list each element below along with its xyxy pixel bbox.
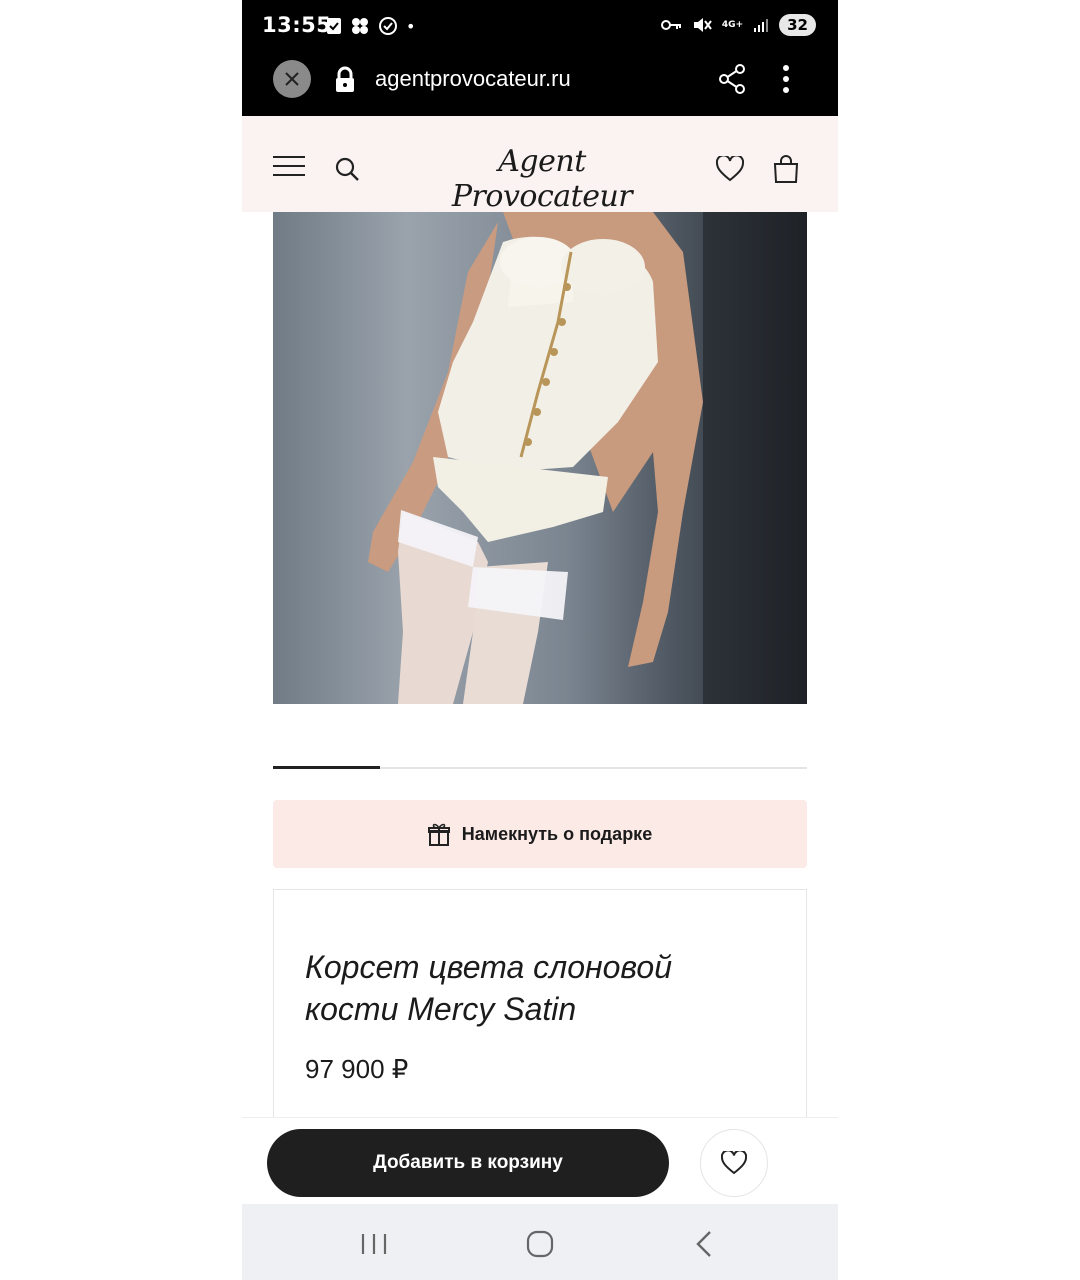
network-label: 4G+	[721, 20, 744, 30]
gift-hint-label: Намекнуть о подарке	[461, 823, 653, 844]
sync-check-icon	[379, 17, 397, 35]
apps-icon	[352, 18, 368, 34]
signal-icon	[754, 19, 769, 32]
home-icon[interactable]	[526, 1230, 554, 1258]
battery-badge: 32	[779, 14, 816, 36]
url-text[interactable]: agentprovocateur.ru	[375, 66, 571, 92]
phone-screen: 13:55 • 4G+ 32 agentprovocateur.ru Agent…	[242, 0, 838, 1280]
heart-icon[interactable]	[716, 156, 744, 182]
status-time: 13:55	[262, 13, 332, 37]
recents-icon[interactable]	[360, 1232, 388, 1256]
menu-icon[interactable]	[273, 156, 305, 183]
share-icon[interactable]	[718, 64, 746, 94]
wishlist-button[interactable]	[700, 1129, 768, 1197]
browser-bar: agentprovocateur.ru	[242, 54, 838, 116]
product-info-card: Корсет цвета слоновой кости Mercy Satin …	[273, 889, 807, 1151]
product-photo	[368, 212, 807, 704]
system-icons: 4G+ 32	[660, 14, 816, 36]
dot-icon: •	[406, 16, 416, 36]
bottom-action-bar: Добавить в корзину	[242, 1117, 838, 1206]
notification-icons: •	[326, 16, 415, 36]
lock-icon[interactable]	[334, 66, 356, 94]
status-bar: 13:55 • 4G+ 32	[242, 0, 838, 54]
search-icon[interactable]	[334, 156, 360, 182]
product-image[interactable]	[273, 212, 807, 704]
gift-hint-button[interactable]: Намекнуть о подарке	[273, 800, 807, 868]
gift-icon	[427, 823, 450, 846]
heart-icon	[721, 1151, 747, 1175]
back-icon[interactable]	[694, 1230, 714, 1258]
site-logo[interactable]: Agent Provocateur	[414, 144, 670, 214]
system-nav-bar	[242, 1204, 838, 1280]
close-tab-button[interactable]	[273, 60, 311, 98]
close-icon	[285, 72, 299, 86]
check-box-icon	[327, 18, 341, 34]
product-title: Корсет цвета слоновой кости Mercy Satin	[305, 949, 672, 1027]
site-header: Agent Provocateur	[242, 116, 838, 214]
key-icon	[660, 20, 681, 30]
product-price: 97 900 ₽	[305, 1054, 409, 1084]
mute-icon	[693, 18, 712, 32]
carousel-indicator	[273, 766, 807, 769]
bag-icon[interactable]	[772, 154, 800, 184]
carousel-active-segment	[273, 766, 380, 769]
add-to-cart-button[interactable]: Добавить в корзину	[267, 1129, 669, 1197]
more-icon[interactable]	[782, 64, 790, 94]
